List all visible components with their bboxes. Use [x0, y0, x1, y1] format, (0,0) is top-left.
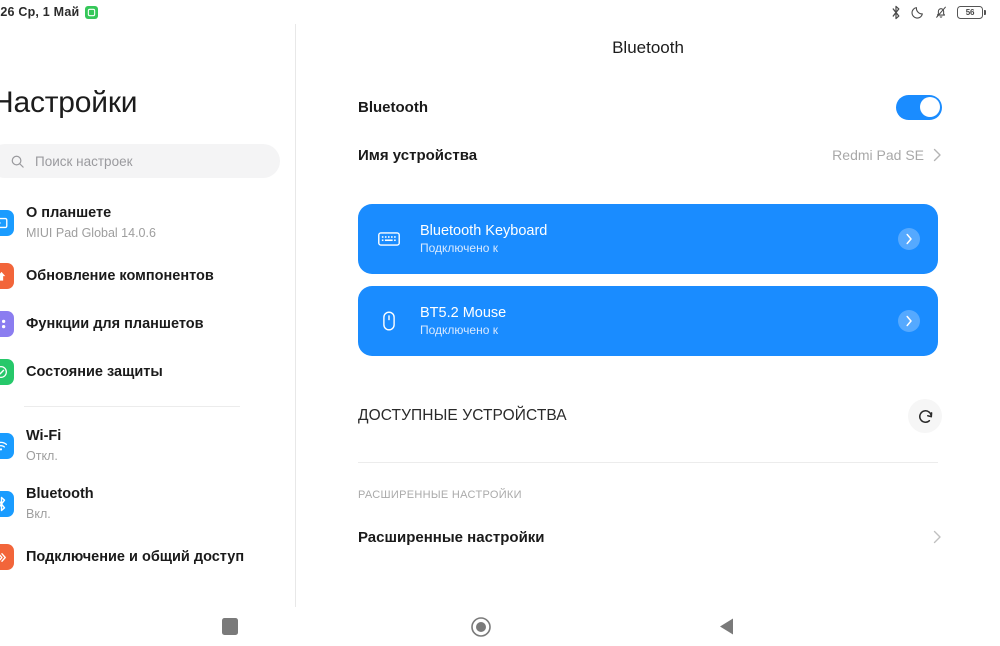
sidebar-item-label: О планшете	[26, 205, 112, 222]
chevron-right-icon	[933, 530, 942, 544]
status-bar-right: 56	[890, 5, 986, 20]
page-title: Настройки	[0, 86, 138, 119]
status-time-date: :26 Ср, 1 Май	[0, 5, 80, 19]
advanced-settings-label: Расширенные настройки	[358, 528, 545, 546]
sidebar-item-label: Функции для планшетов	[26, 315, 204, 332]
sidebar-item-security-status[interactable]: Состояние защиты	[0, 348, 295, 396]
keyboard-icon	[374, 224, 404, 254]
device-card-status: Подключено к	[420, 323, 498, 337]
device-card-status: Подключено к	[420, 241, 498, 255]
available-devices-header: ДОСТУПНЫЕ УСТРОЙСТВА	[358, 398, 942, 434]
system-navigation-bar	[0, 607, 1000, 646]
bluetooth-icon	[0, 491, 14, 517]
settings-sidebar: Настройки Поиск настроек О планшете MIUI…	[0, 24, 296, 607]
tablet-settings-screen: :26 Ср, 1 Май 56 Настройки Поиск настрое…	[0, 0, 1000, 646]
bluetooth-toggle-switch[interactable]	[896, 94, 942, 120]
refresh-scan-icon[interactable]	[908, 399, 942, 433]
green-app-icon	[85, 5, 99, 19]
chevron-right-icon	[933, 148, 942, 162]
sharing-icon	[0, 544, 14, 570]
device-name-row[interactable]: Имя устройства Redmi Pad SE	[296, 134, 1000, 176]
sidebar-item-label: Состояние защиты	[26, 363, 163, 380]
sidebar-nav-list: О планшете MIUI Pad Global 14.0.6 Обновл…	[0, 194, 295, 581]
bluetooth-icon	[890, 5, 902, 20]
sidebar-item-bluetooth[interactable]: Bluetooth Вкл.	[0, 475, 295, 533]
advanced-section-caption: РАСШИРЕННЫЕ НАСТРОЙКИ	[358, 489, 522, 501]
bluetooth-toggle-label: Bluetooth	[358, 98, 428, 116]
content-title: Bluetooth	[612, 38, 684, 57]
bluetooth-settings-panel: Bluetooth Bluetooth Имя устройства Redmi…	[296, 24, 1000, 607]
sidebar-item-about-tablet[interactable]: О планшете MIUI Pad Global 14.0.6	[0, 194, 295, 252]
mouse-icon	[374, 306, 404, 336]
search-input[interactable]: Поиск настроек	[0, 144, 280, 178]
paired-device-card[interactable]: Bluetooth Keyboard Подключено к	[358, 204, 938, 274]
sidebar-item-connection-sharing[interactable]: Подключение и общий доступ	[0, 533, 295, 581]
wifi-icon	[0, 433, 14, 459]
toggle-knob	[919, 97, 940, 117]
sidebar-item-wifi[interactable]: Wi-Fi Откл.	[0, 417, 295, 475]
device-card-name: Bluetooth Keyboard	[420, 223, 548, 239]
home-circle-icon[interactable]	[470, 616, 492, 638]
do-not-disturb-moon-icon	[911, 5, 925, 19]
battery-indicator: 56	[957, 5, 986, 19]
recents-square-icon[interactable]	[222, 618, 238, 635]
mute-bell-icon	[934, 5, 948, 19]
update-arrow-icon	[0, 263, 14, 289]
status-bar: :26 Ср, 1 Май 56	[0, 0, 1000, 24]
sidebar-item-label: Bluetooth	[26, 486, 94, 503]
grid-apps-icon	[0, 311, 14, 337]
battery-cap	[984, 9, 986, 15]
sidebar-item-sublabel: MIUI Pad Global 14.0.6	[26, 225, 156, 240]
sidebar-item-component-update[interactable]: Обновление компонентов	[0, 252, 295, 300]
sidebar-item-label: Wi-Fi	[26, 428, 62, 445]
advanced-settings-row[interactable]: Расширенные настройки	[296, 515, 1000, 559]
chevron-right-icon[interactable]	[898, 310, 920, 332]
back-triangle-icon[interactable]	[718, 617, 735, 636]
sidebar-item-label: Обновление компонентов	[26, 267, 214, 284]
device-name-label: Имя устройства	[358, 146, 478, 164]
available-devices-title: ДОСТУПНЫЕ УСТРОЙСТВА	[358, 407, 567, 424]
status-bar-left: :26 Ср, 1 Май	[0, 5, 99, 19]
battery-level-text: 56	[957, 5, 983, 19]
bluetooth-toggle-row[interactable]: Bluetooth	[296, 82, 1000, 132]
sidebar-item-tablet-features[interactable]: Функции для планшетов	[0, 300, 295, 348]
sidebar-item-sublabel: Откл.	[26, 448, 58, 463]
sidebar-item-sublabel: Вкл.	[26, 506, 51, 521]
sidebar-item-label: Подключение и общий доступ	[26, 548, 245, 565]
device-card-name: BT5.2 Mouse	[420, 305, 507, 321]
chevron-right-icon[interactable]	[898, 228, 920, 250]
shield-check-icon	[0, 359, 14, 385]
tablet-icon	[0, 210, 14, 236]
search-icon	[10, 154, 25, 169]
content-divider	[358, 462, 938, 463]
search-placeholder: Поиск настроек	[35, 153, 133, 169]
paired-device-card[interactable]: BT5.2 Mouse Подключено к	[358, 286, 938, 356]
device-name-value: Redmi Pad SE	[832, 147, 924, 163]
sidebar-divider	[24, 406, 240, 407]
